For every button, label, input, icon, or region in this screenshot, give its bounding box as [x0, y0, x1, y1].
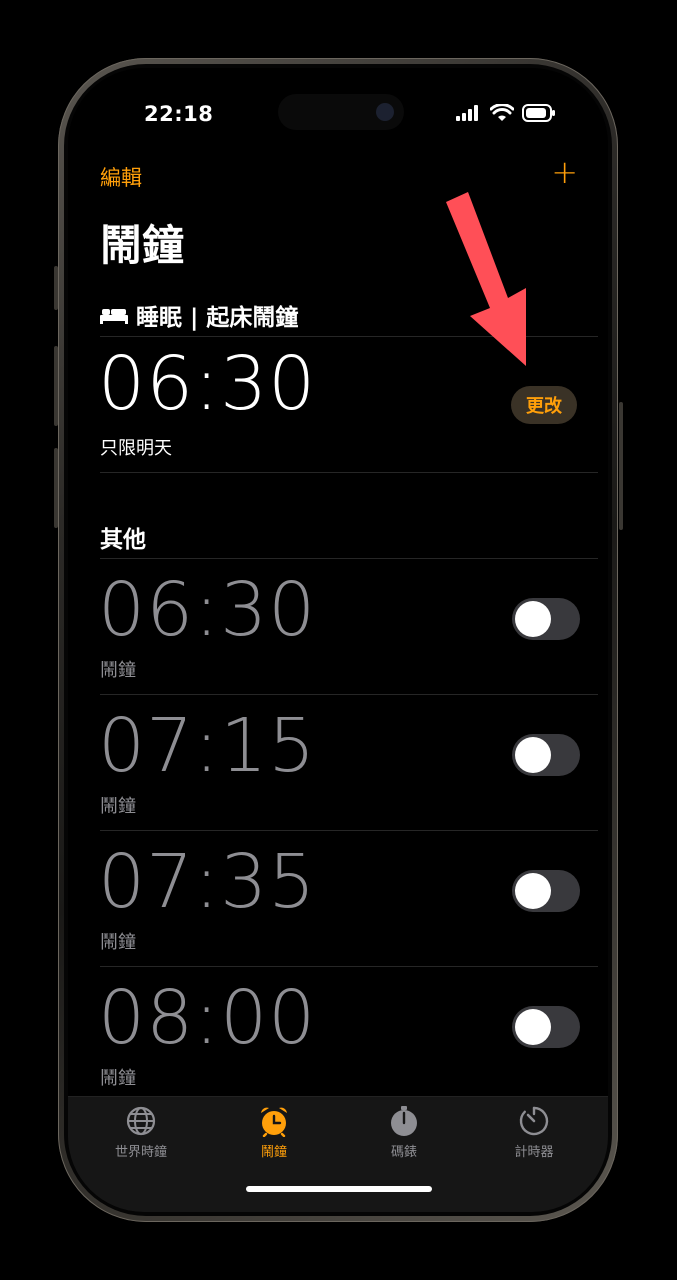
alarm-label: 鬧鐘 — [100, 932, 136, 953]
bed-icon — [100, 309, 128, 324]
annotation-arrow-icon — [446, 192, 526, 366]
other-section-header: 其他 — [100, 527, 146, 553]
screenshot-stage: 22:18 編輯 + 鬧鐘 睡眠 | 起床鬧鐘 06:30 只限明天 更改 其他… — [0, 0, 677, 1280]
tab-world-clock[interactable]: 世界時鐘 — [81, 1105, 201, 1160]
page-title: 鬧鐘 — [100, 221, 185, 270]
toggle-knob — [515, 601, 551, 637]
power-button — [619, 402, 623, 530]
edit-button[interactable]: 編輯 — [100, 162, 142, 192]
alarm-toggle[interactable] — [512, 1006, 580, 1048]
cellular-signal-icon — [456, 105, 478, 121]
status-icons — [456, 104, 556, 122]
alarm-row[interactable]: 08:00 鬧鐘 — [68, 968, 608, 1104]
divider — [100, 830, 598, 831]
globe-icon — [126, 1106, 156, 1136]
tab-label: 世界時鐘 — [114, 1145, 167, 1160]
toggle-knob — [515, 1009, 551, 1045]
dynamic-island — [278, 94, 404, 130]
alarm-row[interactable]: 07:15 鬧鐘 — [68, 696, 608, 832]
toggle-knob — [515, 873, 551, 909]
alarm-toggle[interactable] — [512, 734, 580, 776]
mute-switch — [54, 266, 58, 310]
change-button[interactable]: 更改 — [511, 386, 577, 424]
divider — [100, 966, 598, 967]
tab-label: 碼錶 — [390, 1145, 417, 1160]
toggle-knob — [515, 737, 551, 773]
alarm-toggle[interactable] — [512, 598, 580, 640]
alarm-toggle[interactable] — [512, 870, 580, 912]
status-time: 22:18 — [144, 102, 214, 126]
alarm-row[interactable]: 06:30 鬧鐘 — [68, 560, 608, 696]
volume-down-button — [54, 448, 58, 528]
alarm-time: 07:35 — [98, 839, 317, 925]
sleep-section-title: 睡眠 | 起床鬧鐘 — [136, 305, 299, 331]
divider — [100, 472, 598, 473]
alarm-time: 08:00 — [98, 975, 317, 1061]
tab-alarm[interactable]: 鬧鐘 — [214, 1105, 334, 1160]
battery-icon — [522, 104, 555, 122]
tab-bar: 世界時鐘 鬧鐘 碼錶 計時器 — [68, 1096, 608, 1212]
alarm-time: 06:30 — [98, 567, 317, 653]
alarm-label: 鬧鐘 — [100, 1068, 136, 1089]
alarm-row[interactable]: 07:35 鬧鐘 — [68, 832, 608, 968]
alarm-label: 鬧鐘 — [100, 796, 136, 817]
volume-up-button — [54, 346, 58, 426]
add-alarm-button[interactable]: + — [551, 156, 578, 188]
tab-label: 計時器 — [514, 1145, 554, 1160]
alarm-clock-icon — [261, 1107, 287, 1137]
stopwatch-icon — [391, 1106, 417, 1136]
sleep-alarm-subtitle: 只限明天 — [100, 438, 172, 459]
home-indicator[interactable] — [246, 1186, 432, 1192]
camera-icon — [376, 103, 394, 121]
tab-stopwatch[interactable]: 碼錶 — [344, 1105, 464, 1160]
tab-timer[interactable]: 計時器 — [474, 1105, 594, 1160]
sleep-section-header: 睡眠 | 起床鬧鐘 — [100, 298, 298, 332]
divider — [100, 558, 598, 559]
divider — [100, 694, 598, 695]
alarm-time: 07:15 — [98, 703, 317, 789]
wifi-icon — [490, 104, 514, 121]
alarm-label: 鬧鐘 — [100, 660, 136, 681]
timer-icon — [519, 1106, 549, 1136]
sleep-alarm-time[interactable]: 06:30 — [98, 344, 316, 424]
tab-label: 鬧鐘 — [260, 1145, 287, 1160]
